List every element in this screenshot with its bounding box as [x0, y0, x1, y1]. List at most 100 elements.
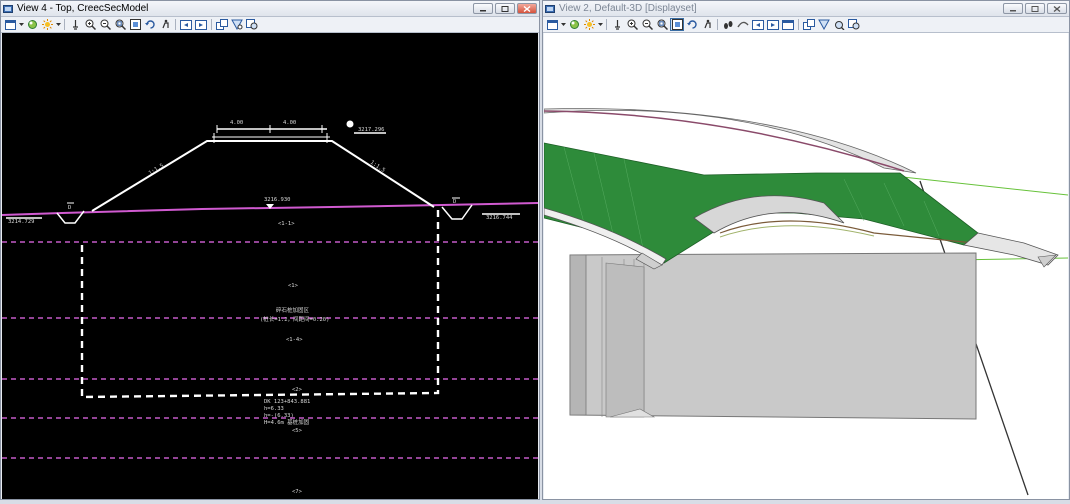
- view-previous-icon: [752, 19, 764, 30]
- svg-text:H=4.6m 基桩加固: H=4.6m 基桩加固: [264, 418, 310, 426]
- fly-button[interactable]: [721, 18, 735, 31]
- svg-text:3216.930: 3216.930: [264, 197, 291, 203]
- left-view-toolbar: [1, 17, 539, 33]
- svg-text:1:1.5: 1:1.5: [148, 163, 165, 177]
- clip-volume-button[interactable]: [817, 18, 831, 31]
- zoom-out-button[interactable]: [640, 18, 654, 31]
- svg-text:3217.296: 3217.296: [358, 127, 385, 133]
- dropdown-arrow-button[interactable]: [597, 18, 603, 31]
- right-view-toolbar: [543, 17, 1069, 33]
- cross-section-drawing: 4.00 4.00 1:1.5 1:1.5 3216.930 3214.729 …: [1, 120, 539, 495]
- window-area-icon: [115, 19, 126, 30]
- zoom-in-button[interactable]: [625, 18, 639, 31]
- lighting-icon: [583, 19, 595, 30]
- lighting-button[interactable]: [40, 18, 54, 31]
- clip-volume-alt-icon: [848, 19, 860, 30]
- clip-volume-alt-button[interactable]: [847, 18, 861, 31]
- view-previous-button[interactable]: [179, 18, 193, 31]
- view-display-style-button[interactable]: [567, 18, 581, 31]
- minimize-icon: [480, 9, 486, 11]
- dropdown-arrow-button[interactable]: [55, 18, 61, 31]
- right-view-title: View 2, Default-3D [Displayset]: [559, 3, 697, 14]
- svg-text:<1>: <1>: [288, 283, 299, 289]
- minimize-icon: [1010, 9, 1016, 11]
- left-view-title: View 4 - Top, CreecSecModel: [17, 3, 149, 14]
- fit-view-button[interactable]: [670, 18, 684, 31]
- toolbar-separator: [211, 19, 212, 30]
- pan-view-button[interactable]: [610, 18, 624, 31]
- rotate-view-button[interactable]: [143, 18, 157, 31]
- minimize-button[interactable]: [1003, 3, 1023, 14]
- svg-text:h=-(6.33): h=-(6.33): [264, 413, 294, 419]
- left-view-titlebar[interactable]: View 4 - Top, CreecSecModel: [1, 1, 539, 17]
- svg-text:<5>: <5>: [292, 428, 303, 434]
- clip-mask-button[interactable]: [832, 18, 846, 31]
- svg-text:碎石桩加固区: 碎石桩加固区: [276, 306, 310, 314]
- fly-alt-icon: [737, 21, 749, 28]
- svg-text:(桩长=1.2，间距间=0.20): (桩长=1.2，间距间=0.20): [260, 315, 329, 323]
- toolbar-separator: [717, 19, 718, 30]
- pan-view-icon: [614, 20, 620, 30]
- close-button[interactable]: [1047, 3, 1067, 14]
- fly-alt-button[interactable]: [736, 18, 750, 31]
- dropdown-arrow-icon: [597, 23, 603, 26]
- toolbar-separator: [798, 19, 799, 30]
- svg-text:<1-4>: <1-4>: [286, 337, 303, 343]
- svg-text:4.00: 4.00: [283, 120, 296, 126]
- view-next-button[interactable]: [194, 18, 208, 31]
- svg-text:4.00: 4.00: [230, 120, 243, 126]
- view-previous-button[interactable]: [751, 18, 765, 31]
- clip-volume-icon: [231, 19, 243, 30]
- lighting-button[interactable]: [582, 18, 596, 31]
- toolbar-separator: [606, 19, 607, 30]
- top-view-canvas[interactable]: 4.00 4.00 1:1.5 1:1.5 3216.930 3214.729 …: [1, 33, 539, 499]
- walk-icon: [703, 19, 711, 29]
- svg-text:<7>: <7>: [292, 489, 303, 495]
- svg-text:DK 123+843.881: DK 123+843.881: [264, 399, 310, 405]
- window-area-icon: [657, 19, 668, 30]
- maximize-button[interactable]: [495, 3, 515, 14]
- fit-view-button[interactable]: [128, 18, 142, 31]
- dropdown-arrow-button[interactable]: [18, 18, 24, 31]
- svg-text:D: D: [68, 205, 71, 211]
- 3d-view-canvas[interactable]: [543, 33, 1069, 499]
- window-area-button[interactable]: [113, 18, 127, 31]
- svg-text:3214.729: 3214.729: [8, 219, 35, 225]
- treatment-zone-outline: [80, 209, 440, 399]
- view-next-button[interactable]: [766, 18, 780, 31]
- maximize-button[interactable]: [1025, 3, 1045, 14]
- pan-view-button[interactable]: [68, 18, 82, 31]
- left-view-window[interactable]: View 4 - Top, CreecSecModel 4.00 4.00 1:…: [0, 0, 540, 500]
- svg-text:D: D: [453, 199, 456, 205]
- minimize-button[interactable]: [473, 3, 493, 14]
- walk-button[interactable]: [158, 18, 172, 31]
- view-display-style-button[interactable]: [25, 18, 39, 31]
- copy-view-button[interactable]: [802, 18, 816, 31]
- close-icon: [523, 5, 531, 12]
- zoom-out-button[interactable]: [98, 18, 112, 31]
- view-display-style-icon: [569, 20, 579, 29]
- fit-view-icon: [671, 19, 683, 30]
- clip-volume-button[interactable]: [230, 18, 244, 31]
- copy-view-button[interactable]: [215, 18, 229, 31]
- camera-icon: [782, 19, 794, 30]
- window-area-button[interactable]: [655, 18, 669, 31]
- svg-text:<1-1>: <1-1>: [278, 221, 295, 227]
- rotate-view-button[interactable]: [685, 18, 699, 31]
- pan-view-icon: [72, 20, 78, 30]
- microstation-view-icon: [545, 4, 555, 13]
- close-button[interactable]: [517, 3, 537, 14]
- dropdown-arrow-icon: [560, 23, 566, 26]
- view-attributes-button[interactable]: [3, 18, 17, 31]
- zoom-in-button[interactable]: [83, 18, 97, 31]
- microstation-view-icon: [3, 4, 13, 13]
- clip-mask-button[interactable]: [245, 18, 259, 31]
- camera-button[interactable]: [781, 18, 795, 31]
- walk-button[interactable]: [700, 18, 714, 31]
- right-view-titlebar[interactable]: View 2, Default-3D [Displayset]: [543, 1, 1069, 17]
- copy-view-icon: [803, 19, 815, 30]
- copy-view-icon: [216, 19, 228, 30]
- dropdown-arrow-button[interactable]: [560, 18, 566, 31]
- view-attributes-button[interactable]: [545, 18, 559, 31]
- right-view-window[interactable]: View 2, Default-3D [Displayset]: [542, 0, 1070, 500]
